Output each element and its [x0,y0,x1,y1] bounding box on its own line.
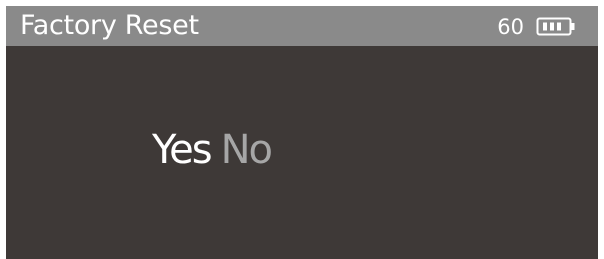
status-value: 60 [497,15,524,39]
confirmation-options: Yes No [152,126,273,174]
yes-option[interactable]: Yes [152,127,213,173]
header-bar: Factory Reset 60 [6,6,598,46]
battery-icon [536,17,575,36]
no-option[interactable]: No [221,127,273,173]
page-title: Factory Reset [20,10,199,41]
device-screen: Factory Reset 60 Yes No [6,6,598,259]
